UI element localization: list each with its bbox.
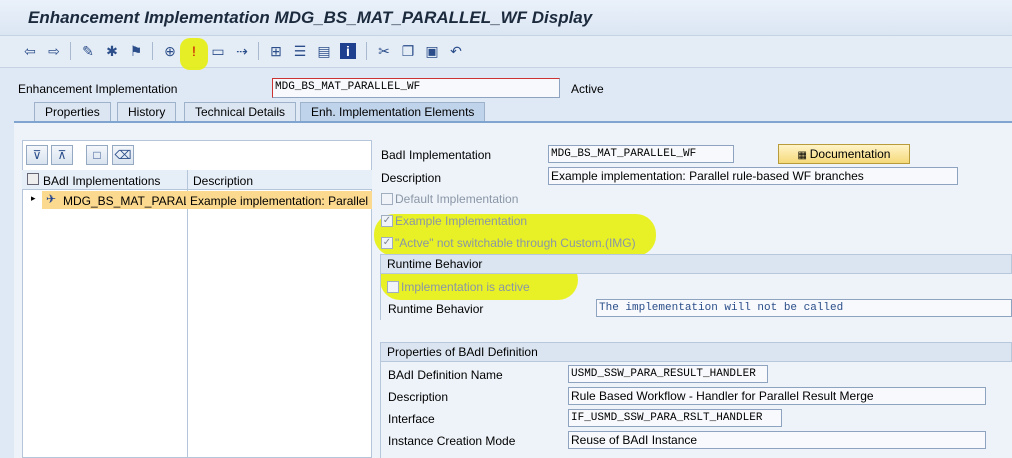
window-title: Enhancement Implementation MDG_BS_MAT_PA… [28,8,593,27]
documentation-button[interactable]: ▦ Documentation [778,144,910,164]
breakpoint-icon[interactable]: ǃ [186,43,202,59]
expand-arrow-icon[interactable]: ▸ [31,193,36,204]
new-icon[interactable]: □ [86,145,108,165]
toolbar-separator [70,42,71,60]
def-iface-label: Interface [388,412,435,426]
activate-icon[interactable]: ⚑ [128,43,144,59]
toolbar-separator [366,42,367,60]
impl-field[interactable]: MDG_BS_MAT_PARALLEL_WF [272,78,560,98]
tree-col-desc: Description [193,174,254,188]
desc-field[interactable]: Example implementation: Parallel rule-ba… [548,167,958,185]
default-impl-label: Default Implementation [395,192,519,206]
tab-enh-elements[interactable]: Enh. Implementation Elements [300,102,486,122]
hierarchy-icon[interactable]: ⊞ [268,43,284,59]
tree-row-name: MDG_BS_MAT_PARALL [63,194,186,208]
impl-label: Enhancement Implementation [18,82,178,96]
impl-active-label: Implementation is active [401,280,530,294]
copy-icon[interactable]: ❐ [400,43,416,59]
tree-row-desc: Example implementation: Parallel [190,194,369,208]
definition-group-header: Properties of BAdI Definition [380,342,1012,362]
forward-arrow-icon[interactable]: ⇨ [46,43,62,59]
undo-icon[interactable]: ↶ [448,43,464,59]
badi-impl-label: BadI Implementation [381,148,492,162]
expand-all-icon[interactable]: ⊽ [26,145,48,165]
toolbar-separator [152,42,153,60]
badi-impl-field[interactable]: MDG_BS_MAT_PARALLEL_WF [548,145,734,163]
def-desc-label: Description [388,390,449,404]
def-mode-field[interactable]: Reuse of BAdI Instance [568,431,986,449]
where-used-icon[interactable]: ⊕ [162,43,178,59]
example-impl-checkbox[interactable]: ✓ [381,215,393,227]
status-text: Active [571,82,604,96]
tab-technical-details[interactable]: Technical Details [184,102,297,122]
def-mode-label: Instance Creation Mode [388,434,516,448]
tab-history[interactable]: History [117,102,177,122]
runtime-behavior-field[interactable]: The implementation will not be called [596,299,1012,317]
column-divider [187,170,188,458]
column-select-icon[interactable] [27,173,39,185]
not-switchable-checkbox[interactable]: ✓ [381,237,393,249]
def-name-label: BAdI Definition Name [388,368,503,382]
desc-label: Description [381,171,442,185]
stack-icon[interactable]: ☰ [292,43,308,59]
impl-active-checkbox[interactable] [387,281,399,293]
paste-icon[interactable]: ▣ [424,43,440,59]
documentation-icon: ▦ [797,150,810,161]
screen-icon[interactable]: ▭ [210,43,226,59]
navigate-icon[interactable]: ⇢ [234,43,250,59]
documentation-label: Documentation [809,147,891,161]
example-impl-label: Example Implementation [395,214,528,228]
delete-icon[interactable]: ⌫ [112,145,134,165]
not-switchable-label: "Actve" not switchable through Custom.(I… [395,236,636,250]
tab-properties[interactable]: Properties [34,102,111,122]
runtime-behavior-label: Runtime Behavior [388,302,484,316]
collapse-all-icon[interactable]: ⊼ [51,145,73,165]
def-iface-field[interactable]: IF_USMD_SSW_PARA_RSLT_HANDLER [568,409,782,427]
display-change-icon[interactable]: ✎ [80,43,96,59]
cut-icon[interactable]: ✂ [376,43,392,59]
tree-col-impl: BAdI Implementations [43,174,161,188]
check-icon[interactable]: ✱ [104,43,120,59]
def-name-field[interactable]: USMD_SSW_PARA_RESULT_HANDLER [568,365,768,383]
def-desc-field[interactable]: Rule Based Workflow - Handler for Parall… [568,387,986,405]
default-impl-checkbox[interactable] [381,193,393,205]
back-arrow-icon[interactable]: ⇦ [22,43,38,59]
info-icon[interactable]: i [340,43,356,59]
badi-impl-icon: ✈ [46,192,57,206]
runtime-group-header: Runtime Behavior [380,254,1012,274]
toolbar-separator [258,42,259,60]
layout-icon[interactable]: ▤ [316,43,332,59]
